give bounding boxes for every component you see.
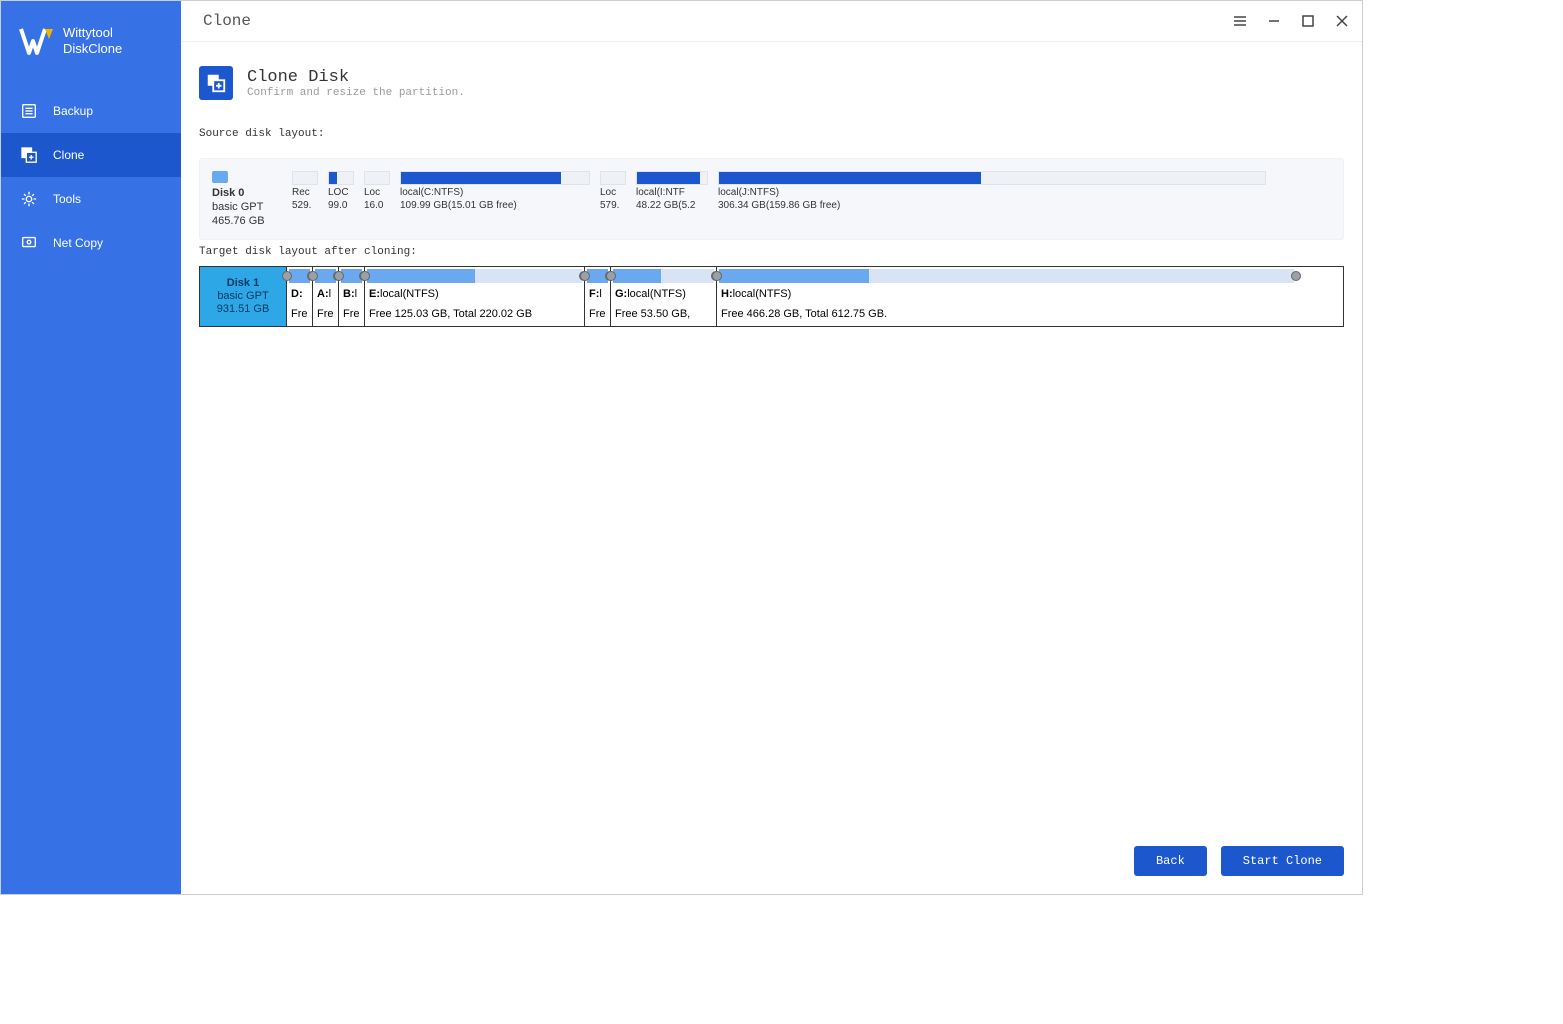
sidebar: Wittytool DiskClone Backup Clone Tools N… — [1, 1, 181, 894]
app-logo: Wittytool DiskClone — [1, 1, 181, 89]
source-partition: local(J:NTFS)306.34 GB(159.86 GB free) — [718, 171, 1266, 211]
sidebar-item-backup[interactable]: Backup — [1, 89, 181, 133]
back-button[interactable]: Back — [1134, 846, 1207, 876]
logo-icon — [19, 23, 55, 59]
sidebar-item-label: Backup — [53, 104, 93, 118]
close-icon[interactable] — [1334, 13, 1350, 29]
start-clone-button[interactable]: Start Clone — [1221, 846, 1344, 876]
resize-handle-right[interactable] — [1291, 271, 1301, 281]
sidebar-item-clone[interactable]: Clone — [1, 133, 181, 177]
target-partition[interactable]: H:local(NTFS)Free 466.28 GB, Total 612.7… — [716, 267, 1296, 326]
target-partition[interactable]: G:local(NTFS)Free 53.50 GB, — [610, 267, 716, 326]
source-partition: Loc579. — [600, 171, 626, 211]
main: Clone Clone Disk Confirm and resize the … — [181, 1, 1362, 894]
maximize-icon[interactable] — [1300, 13, 1316, 29]
target-disk-info: Disk 1 basic GPT 931.51 GB — [200, 267, 286, 326]
source-disk-panel: Disk 0 basic GPT 465.76 GB Rec529. LOC99.… — [199, 158, 1344, 240]
source-partition: LOC99.0 — [328, 171, 354, 211]
resize-handle-left[interactable] — [308, 271, 318, 281]
clone-disk-icon — [199, 66, 233, 100]
target-label: Target disk layout after cloning: — [199, 246, 1344, 258]
window-controls — [1232, 13, 1350, 29]
resize-handle-left[interactable] — [580, 271, 590, 281]
disk-icon — [212, 171, 228, 183]
source-partition: Rec529. — [292, 171, 318, 211]
topbar: Clone — [181, 1, 1362, 41]
section-subtitle: Confirm and resize the partition. — [247, 87, 465, 99]
sidebar-item-netcopy[interactable]: Net Copy — [1, 221, 181, 265]
minimize-icon[interactable] — [1266, 13, 1282, 29]
netcopy-icon — [19, 233, 39, 253]
section-header: Clone Disk Confirm and resize the partit… — [199, 52, 1344, 114]
app-name: Wittytool DiskClone — [63, 25, 122, 56]
resize-handle-left[interactable] — [606, 271, 616, 281]
gear-icon — [19, 189, 39, 209]
footer: Back Start Clone — [181, 832, 1362, 894]
source-partition: local(I:NTF48.22 GB(5.2 — [636, 171, 708, 211]
target-disk-panel: Disk 1 basic GPT 931.51 GB D:FreA:lFreB:… — [199, 266, 1344, 327]
sidebar-item-tools[interactable]: Tools — [1, 177, 181, 221]
source-partition: Loc16.0 — [364, 171, 390, 211]
target-partition[interactable]: E:local(NTFS)Free 125.03 GB, Total 220.0… — [364, 267, 584, 326]
resize-handle-left[interactable] — [712, 271, 722, 281]
menu-icon[interactable] — [1232, 13, 1248, 29]
source-partition: local(C:NTFS)109.99 GB(15.01 GB free) — [400, 171, 590, 211]
resize-handle-left[interactable] — [360, 271, 370, 281]
source-label: Source disk layout: — [199, 128, 1344, 140]
source-disk-info: Disk 0 basic GPT 465.76 GB — [212, 171, 282, 227]
page-title: Clone — [193, 12, 251, 30]
sidebar-item-label: Tools — [53, 192, 81, 206]
section-title: Clone Disk — [247, 68, 465, 87]
resize-handle-left[interactable] — [334, 271, 344, 281]
backup-icon — [19, 101, 39, 121]
sidebar-item-label: Clone — [53, 148, 84, 162]
clone-icon — [19, 145, 39, 165]
sidebar-item-label: Net Copy — [53, 236, 103, 250]
resize-handle-left[interactable] — [282, 271, 292, 281]
